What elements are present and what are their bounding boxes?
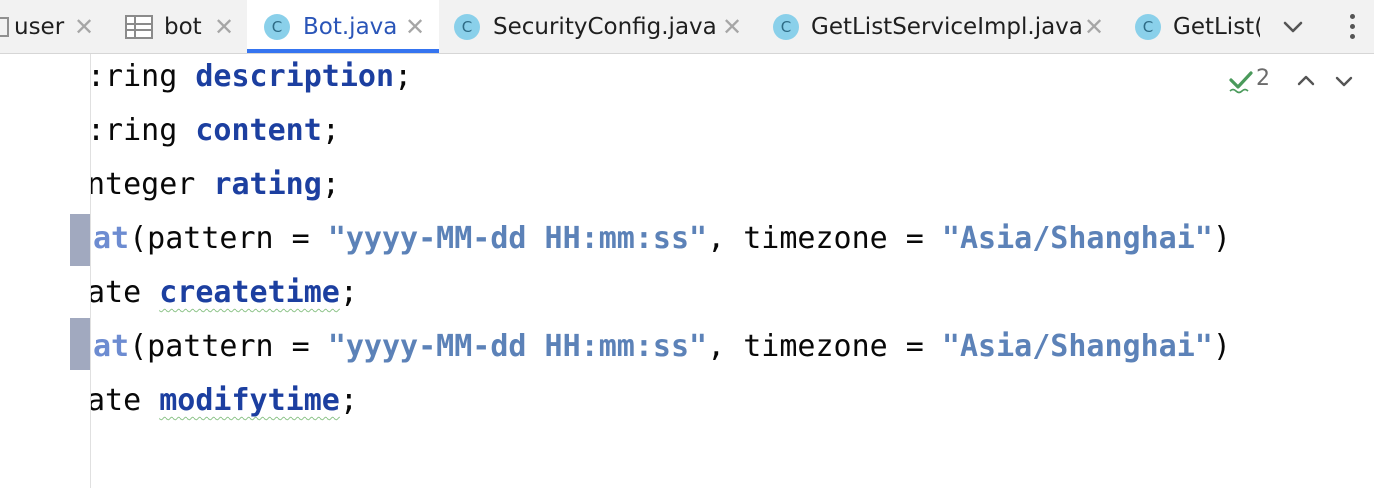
code-line: ate modifytime; <box>91 381 358 421</box>
tab-label: user <box>14 14 65 40</box>
code-type: :ring <box>91 59 196 94</box>
code-field-name: modifytime <box>159 383 340 418</box>
code-line: at(pattern = "yyyy-MM-dd HH:mm:ss", time… <box>93 327 1231 367</box>
code-punct: ) <box>1212 221 1231 256</box>
tab-label: bot <box>164 14 202 40</box>
code-string: "yyyy-MM-dd HH:mm:ss" <box>327 221 708 256</box>
code-punct: ; <box>321 167 340 202</box>
file-icon <box>0 17 9 37</box>
code-punct: (pattern = <box>129 329 328 364</box>
code-editor[interactable]: :ring description; :ring content; nteger… <box>91 54 1374 488</box>
inspection-check-icon[interactable] <box>1228 68 1254 94</box>
more-tabs-button[interactable] <box>1342 8 1362 46</box>
gutter-change-marker[interactable] <box>70 318 90 370</box>
close-icon[interactable]: ✕ <box>1084 12 1104 42</box>
tab-label: GetListServiceImpl.java <box>811 14 1083 40</box>
code-field-name: createtime <box>159 275 340 310</box>
editor-tab-bar: user ✕ bot ✕ C Bot.java ✕ C SecurityConf… <box>0 0 1374 54</box>
code-field-name: content <box>195 113 322 148</box>
tab-label: GetList( <box>1173 14 1260 40</box>
tab-label: Bot.java <box>303 14 398 40</box>
inspection-widget: 2 <box>1228 64 1358 98</box>
tabs-dropdown-button[interactable] <box>1276 8 1312 46</box>
code-annotation: at <box>93 329 130 364</box>
code-line: at(pattern = "yyyy-MM-dd HH:mm:ss", time… <box>93 219 1231 259</box>
code-type: :ring <box>91 113 196 148</box>
code-punct: ; <box>321 113 340 148</box>
close-icon[interactable]: ✕ <box>214 12 234 42</box>
tab-get-list-truncated[interactable]: C GetList( <box>1120 0 1260 53</box>
code-type: ate <box>91 383 160 418</box>
close-icon[interactable]: ✕ <box>722 12 742 42</box>
code-punct: (pattern = <box>129 221 328 256</box>
ide-window: user ✕ bot ✕ C Bot.java ✕ C SecurityConf… <box>0 0 1374 488</box>
code-punct: ; <box>339 275 358 310</box>
code-string: "yyyy-MM-dd HH:mm:ss" <box>327 329 708 364</box>
tab-bot-java[interactable]: C Bot.java ✕ <box>247 0 439 53</box>
editor-gutter[interactable] <box>0 54 91 488</box>
chevron-up-icon[interactable] <box>1294 70 1318 92</box>
class-icon: C <box>1135 14 1161 40</box>
code-line: ate createtime; <box>91 273 358 313</box>
tab-bot[interactable]: bot ✕ <box>108 0 246 53</box>
code-line: :ring description; <box>91 57 412 97</box>
more-vertical-icon <box>1350 34 1355 39</box>
close-icon[interactable]: ✕ <box>405 12 425 42</box>
code-string: "Asia/Shanghai" <box>941 221 1213 256</box>
chevron-down-icon[interactable] <box>1332 70 1356 92</box>
code-type: nteger <box>91 167 214 202</box>
class-icon: C <box>773 14 799 40</box>
code-punct: ; <box>339 383 358 418</box>
code-punct: , timezone = <box>707 329 942 364</box>
close-icon[interactable]: ✕ <box>74 12 94 42</box>
code-punct: ) <box>1212 329 1231 364</box>
code-line: :ring content; <box>91 111 340 151</box>
inspection-count[interactable]: 2 <box>1256 66 1270 91</box>
more-vertical-icon <box>1350 14 1355 19</box>
code-string: "Asia/Shanghai" <box>941 329 1213 364</box>
tab-get-list-service-impl-java[interactable]: C GetListServiceImpl.java ✕ <box>760 0 1120 53</box>
tab-label: SecurityConfig.java <box>493 14 717 40</box>
code-annotation: at <box>93 221 130 256</box>
gutter-change-marker[interactable] <box>70 214 90 266</box>
tab-user[interactable]: user ✕ <box>0 0 108 53</box>
chevron-down-icon <box>1283 21 1303 33</box>
code-punct: , timezone = <box>707 221 942 256</box>
more-vertical-icon <box>1350 24 1355 29</box>
code-type: ate <box>91 275 160 310</box>
class-icon: C <box>454 14 480 40</box>
code-line: nteger rating; <box>91 165 340 205</box>
class-icon: C <box>264 14 290 40</box>
code-field-name: rating <box>213 167 322 202</box>
code-field-name: description <box>195 59 395 94</box>
tab-security-config-java[interactable]: C SecurityConfig.java ✕ <box>440 0 760 53</box>
table-icon <box>125 15 153 39</box>
code-punct: ; <box>394 59 413 94</box>
